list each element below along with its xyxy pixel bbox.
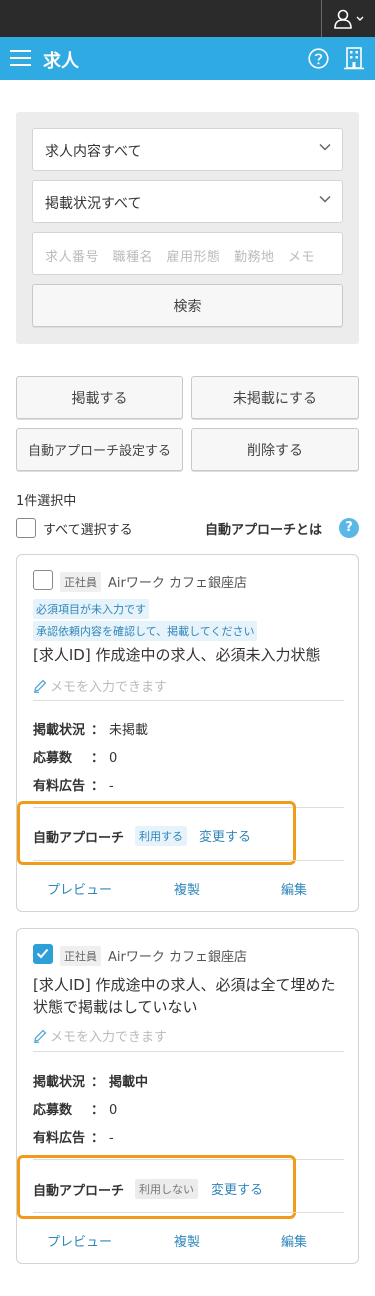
company-name: Airワーク カフェ銀座店 bbox=[108, 950, 247, 965]
auto-approach-settings-button[interactable]: 自動アプローチ設定する bbox=[16, 428, 183, 471]
preview-link[interactable]: プレビュー bbox=[47, 1231, 112, 1250]
status-row: 掲載状況 ： 掲載中 bbox=[33, 1071, 148, 1090]
warning-badge: 必須項目が未入力です bbox=[33, 599, 149, 619]
top-bar bbox=[0, 0, 375, 37]
company-name: Airワーク カフェ銀座店 bbox=[108, 576, 247, 591]
colon: ： bbox=[91, 723, 105, 738]
divider bbox=[33, 1212, 344, 1213]
job-title[interactable]: [求人ID] 作成途中の求人、必須は全て埋めた状態で掲載はしていない bbox=[33, 974, 348, 1018]
job-card: 正社員 Airワーク カフェ銀座店 必須項目が未入力です 承認依頼内容を確認して… bbox=[16, 554, 359, 912]
chevron-down-icon bbox=[356, 16, 363, 21]
delete-button[interactable]: 削除する bbox=[191, 428, 359, 471]
app-header: 求人 bbox=[0, 37, 375, 80]
warning-badge: 承認依頼内容を確認して、掲載してください bbox=[33, 621, 258, 641]
paid-ad-label: 有料広告 bbox=[33, 779, 86, 794]
divider bbox=[33, 1051, 344, 1052]
divider bbox=[33, 860, 344, 861]
auto-approach-status-badge: 利用しない bbox=[135, 1179, 198, 1199]
applicants-row: 応募数 ： 0 bbox=[33, 747, 117, 766]
applicants-label: 応募数 bbox=[33, 751, 73, 766]
status-filter-value: 掲載状況すべて bbox=[45, 196, 142, 212]
chevron-down-icon bbox=[319, 195, 331, 203]
checkmark-icon bbox=[36, 948, 49, 959]
auto-approach-status-badge: 利用する bbox=[135, 826, 187, 846]
status-value: 未掲載 bbox=[109, 723, 149, 738]
status-row: 掲載状況 ： 未掲載 bbox=[33, 719, 148, 738]
user-icon bbox=[333, 9, 352, 29]
question-icon[interactable]: ? bbox=[339, 518, 359, 538]
job-card: 正社員 Airワーク カフェ銀座店 [求人ID] 作成途中の求人、必須は全て埋め… bbox=[16, 928, 359, 1264]
page-title: 求人 bbox=[43, 51, 79, 72]
auto-approach-label: 自動アプローチ bbox=[33, 1184, 125, 1199]
edit-link[interactable]: 編集 bbox=[281, 1231, 307, 1250]
content-filter-select[interactable]: 求人内容すべて bbox=[32, 128, 343, 171]
colon: ： bbox=[91, 779, 105, 794]
paid-ad-row: 有料広告 ： - bbox=[33, 1127, 114, 1146]
colon: ： bbox=[91, 751, 105, 766]
job-checkbox[interactable] bbox=[33, 570, 53, 590]
edit-link[interactable]: 編集 bbox=[281, 879, 307, 898]
paid-ad-value: - bbox=[109, 1131, 114, 1146]
publish-button[interactable]: 掲載する bbox=[16, 376, 183, 419]
memo-field[interactable]: メモを入力できます bbox=[33, 676, 167, 695]
building-icon[interactable] bbox=[344, 47, 364, 70]
user-menu[interactable] bbox=[321, 0, 375, 37]
memo-field[interactable]: メモを入力できます bbox=[33, 1026, 167, 1045]
colon: ： bbox=[91, 1075, 105, 1090]
employment-type-badge: 正社員 bbox=[60, 572, 101, 592]
memo-placeholder: メモを入力できます bbox=[50, 1030, 168, 1045]
content-filter-value: 求人内容すべて bbox=[45, 144, 142, 160]
paid-ad-value: - bbox=[109, 779, 114, 794]
chevron-down-icon bbox=[319, 143, 331, 151]
duplicate-link[interactable]: 複製 bbox=[174, 1231, 200, 1250]
auto-approach-label: 自動アプローチ bbox=[33, 831, 125, 846]
pencil-icon bbox=[34, 679, 47, 693]
paid-ad-row: 有料広告 ： - bbox=[33, 775, 114, 794]
status-label: 掲載状況 bbox=[33, 1075, 86, 1090]
status-filter-select[interactable]: 掲載状況すべて bbox=[32, 180, 343, 223]
paid-ad-label: 有料広告 bbox=[33, 1131, 86, 1146]
colon: ： bbox=[91, 1103, 105, 1118]
divider bbox=[33, 700, 344, 701]
select-all-checkbox[interactable] bbox=[16, 518, 36, 538]
applicants-row: 応募数 ： 0 bbox=[33, 1099, 117, 1118]
auto-approach-change-link[interactable]: 変更する bbox=[199, 826, 251, 845]
applicants-value: 0 bbox=[109, 1103, 118, 1118]
help-icon[interactable] bbox=[308, 48, 329, 69]
selected-count: 1件選択中 bbox=[16, 494, 77, 509]
memo-placeholder: メモを入力できます bbox=[50, 680, 168, 695]
employment-type-badge: 正社員 bbox=[60, 946, 101, 966]
unpublish-button[interactable]: 未掲載にする bbox=[191, 376, 359, 419]
duplicate-link[interactable]: 複製 bbox=[174, 879, 200, 898]
applicants-value: 0 bbox=[109, 751, 118, 766]
search-button[interactable]: 検索 bbox=[32, 284, 343, 327]
auto-approach-change-link[interactable]: 変更する bbox=[211, 1179, 263, 1198]
keyword-search-input[interactable]: 求人番号 職種名 雇用形態 勤務地 メモ bbox=[32, 232, 343, 275]
status-value: 掲載中 bbox=[109, 1075, 149, 1090]
job-checkbox[interactable] bbox=[33, 944, 53, 964]
keyword-placeholder: 求人番号 職種名 雇用形態 勤務地 メモ bbox=[45, 250, 316, 265]
auto-approach-help-link[interactable]: 自動アプローチとは bbox=[205, 519, 322, 538]
colon: ： bbox=[91, 1131, 105, 1146]
search-panel: 求人内容すべて 掲載状況すべて 求人番号 職種名 雇用形態 勤務地 メモ 検索 bbox=[16, 112, 359, 344]
status-label: 掲載状況 bbox=[33, 723, 86, 738]
select-all-label[interactable]: すべて選択する bbox=[43, 519, 133, 538]
job-title[interactable]: [求人ID] 作成途中の求人、必須未入力状態 bbox=[33, 644, 348, 666]
preview-link[interactable]: プレビュー bbox=[47, 879, 112, 898]
pencil-icon bbox=[34, 1029, 47, 1043]
menu-icon[interactable] bbox=[10, 50, 31, 67]
applicants-label: 応募数 bbox=[33, 1103, 73, 1118]
